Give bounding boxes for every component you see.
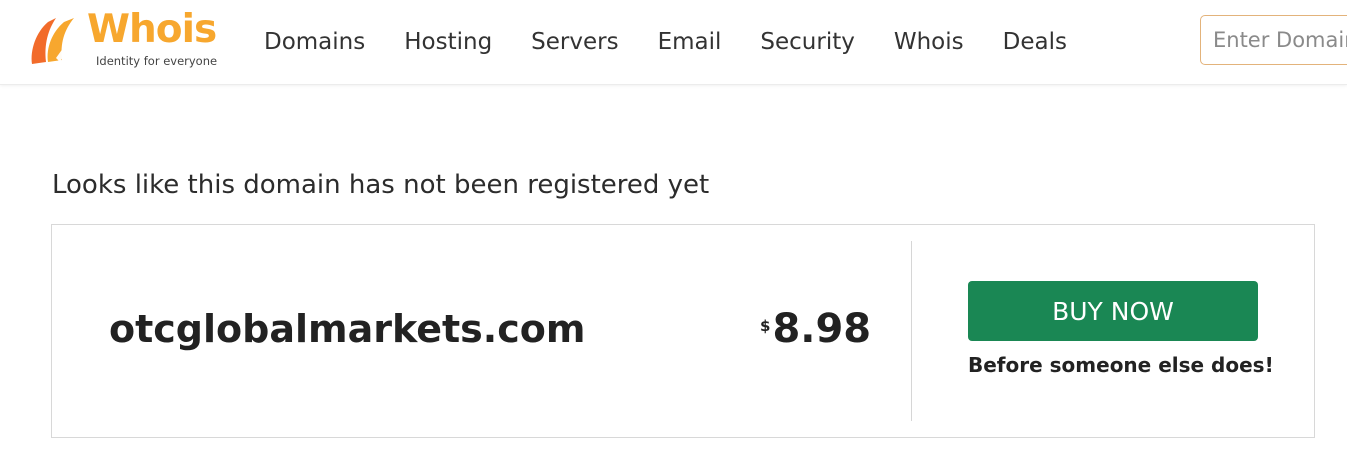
nav-item-deals[interactable]: Deals bbox=[1003, 29, 1067, 55]
card-divider bbox=[911, 241, 912, 421]
site-header: Whois Identity for everyone Domains Host… bbox=[0, 0, 1347, 85]
nav-item-security[interactable]: Security bbox=[760, 29, 854, 55]
price-currency: $ bbox=[760, 317, 771, 335]
domain-result-card: otcglobalmarkets.com $ 8.98 BUY NOW Befo… bbox=[51, 224, 1315, 438]
nav-item-domains[interactable]: Domains bbox=[264, 29, 365, 55]
nav-item-whois[interactable]: Whois bbox=[894, 29, 964, 55]
domain-name: otcglobalmarkets.com bbox=[109, 307, 586, 351]
domain-search-input[interactable] bbox=[1200, 15, 1347, 65]
nav-item-email[interactable]: Email bbox=[658, 29, 722, 55]
logo-wordmark: Whois bbox=[87, 7, 217, 52]
nav-item-servers[interactable]: Servers bbox=[531, 29, 618, 55]
buy-subtext: Before someone else does! bbox=[968, 353, 1274, 377]
whois-logo[interactable]: Whois Identity for everyone bbox=[26, 7, 226, 72]
availability-message: Looks like this domain has not been regi… bbox=[52, 170, 710, 200]
nav-item-hosting[interactable]: Hosting bbox=[404, 29, 492, 55]
buy-now-button[interactable]: BUY NOW bbox=[968, 281, 1258, 341]
logo-tagline: Identity for everyone bbox=[96, 54, 218, 68]
main-nav: Domains Hosting Servers Email Security W… bbox=[264, 0, 1106, 84]
domain-price: $ 8.98 bbox=[760, 309, 871, 349]
whois-logo-mark-icon bbox=[31, 18, 82, 64]
price-amount: 8.98 bbox=[772, 306, 872, 352]
